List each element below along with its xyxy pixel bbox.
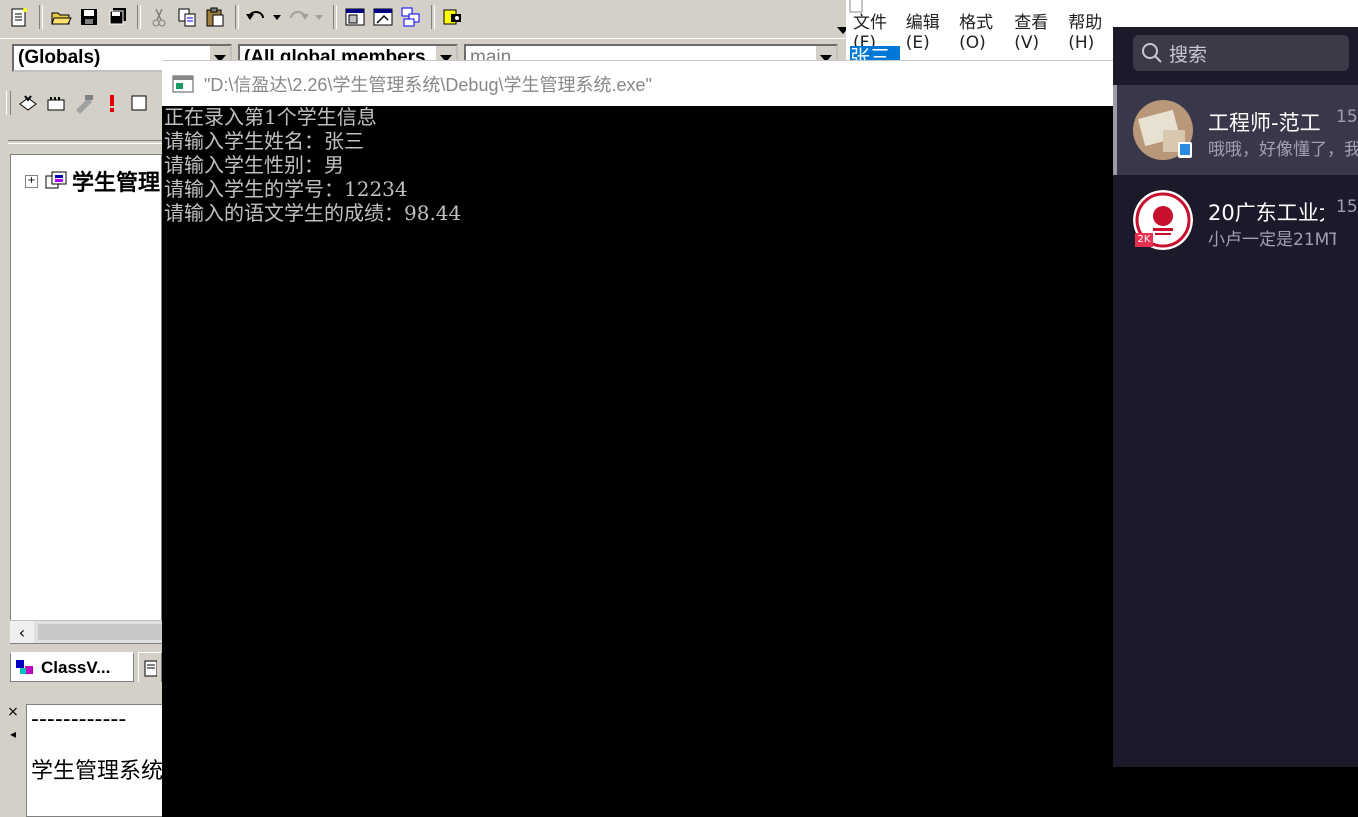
fileview-icon [144,660,157,676]
floppy-icon [81,9,97,25]
compile-icon [19,95,37,111]
console-line: 正在录入第1个学生信息 [164,105,377,129]
save-all-icon [109,8,126,25]
workspace-hscrollbar[interactable]: ‹ [10,620,162,643]
copy-icon [178,8,196,27]
undo-icon [246,11,281,20]
console-line: 请输入学生的学号：12234 [164,177,408,201]
workspace-icon [345,8,365,26]
output-line: ------------ [31,707,127,732]
menu-view[interactable]: 查看(V) [1014,8,1054,53]
panel-divider [8,140,162,144]
search-placeholder: 搜索 [1169,43,1208,66]
console-line: 请输入学生性别：男 [164,153,344,177]
standard-toolbar [0,0,850,34]
execute-button[interactable] [99,90,125,116]
output-window-icon [373,8,393,26]
conversation-time: 15 [1336,197,1358,217]
toolbar-separator [333,5,337,29]
open-folder-icon [51,12,72,25]
output-panel: ------------ 学生管理系统 [26,704,166,817]
class-combo-value: (Globals) [18,47,101,68]
new-file-icon [11,8,27,27]
clipboard-icon [206,7,224,27]
conversation-preview: 小卢一定是21MT [1208,230,1336,250]
toolbar-separator [431,5,435,29]
scissors-icon [152,8,166,27]
build-button[interactable] [43,90,69,116]
scroll-thumb[interactable] [38,624,162,640]
cut-button[interactable] [146,4,172,30]
toolbar-separator [137,5,141,29]
stop-build-icon [76,95,93,114]
copy-button[interactable] [174,4,200,30]
scroll-left-icon[interactable]: ‹ [10,621,34,643]
undo-button[interactable] [244,4,284,30]
window-list-icon [401,7,420,27]
compile-button[interactable] [15,90,41,116]
menu-help[interactable]: 帮助(H) [1068,8,1109,53]
toolbar-grip [6,91,11,115]
menu-format[interactable]: 格式(O) [959,8,1000,53]
search-input[interactable]: 搜索 [1133,35,1349,71]
workspace-panel: + 学生管理 [10,154,162,644]
conversation-time: 15 [1336,107,1358,127]
redo-icon [290,11,323,20]
active-indicator [1113,85,1117,175]
open-button[interactable] [48,4,74,30]
tab-classview[interactable]: ClassV... [10,652,134,682]
console-icon [172,75,194,92]
console-line: 请输入的语文学生的成绩：98.44 [164,201,462,225]
output-line: 学生管理系统 [31,759,164,784]
build-toolbar [0,86,162,120]
window-list-button[interactable] [398,4,424,30]
toolbar-separator [39,5,43,29]
go-button[interactable] [127,90,153,116]
console-title: "D:\信盈达\2.26\学生管理系统\Debug\学生管理系统.exe" [204,74,652,95]
conversation-item[interactable]: 工程师-范工 15 哦哦，好像懂了，我 [1113,85,1358,175]
go-icon [131,95,147,111]
paste-button[interactable] [202,4,228,30]
chat-sidebar: 搜索 工程师-范工 15 哦哦，好像懂了，我 2K 20广东工业大学 15 小卢… [1113,27,1358,767]
find-in-files-icon [443,9,461,25]
tree-root[interactable]: + 学生管理 [25,165,160,197]
exclamation-icon [110,95,114,112]
workspace-tabs: ClassV... [10,650,162,686]
console-line: 请输入学生姓名：张三 [164,129,364,153]
classes-icon [45,171,67,189]
conversation-item[interactable]: 2K 20广东工业大学 15 小卢一定是21MT [1113,175,1358,265]
save-all-button[interactable] [104,4,130,30]
notepad-menubar: 文件(F) 编辑(E) 格式(O) 查看(V) 帮助(H) [846,13,1116,53]
classview-icon [16,659,33,674]
tab-classview-label: ClassV... [41,657,111,677]
tree-expander[interactable]: + [25,174,38,188]
new-text-file-button[interactable] [6,4,32,30]
workspace-button[interactable] [342,4,368,30]
output-window-button[interactable] [370,4,396,30]
conversation-name: 20广东工业大学 [1208,201,1324,225]
redo-button[interactable] [286,4,326,30]
console-output: 正在录入第1个学生信息 请输入学生姓名：张三 请输入学生性别：男 请输入学生的学… [164,105,461,225]
mobile-device-icon [1178,142,1192,158]
group-badge: 2K [1135,233,1153,247]
scroll-left-icon[interactable]: ◂ [4,724,22,744]
save-button[interactable] [76,4,102,30]
search-icon [1142,43,1162,63]
close-icon[interactable]: × [4,702,22,722]
menu-edit[interactable]: 编辑(E) [906,8,945,53]
toolbar-separator [235,5,239,29]
find-in-files-button[interactable] [440,4,466,30]
tab-fileview[interactable] [138,652,162,682]
tree-root-label: 学生管理 [72,171,161,196]
stop-build-button[interactable] [71,90,97,116]
build-icon [47,97,65,111]
conversation-name: 工程师-范工 [1208,111,1321,135]
conversation-preview: 哦哦，好像懂了，我 [1208,140,1358,160]
